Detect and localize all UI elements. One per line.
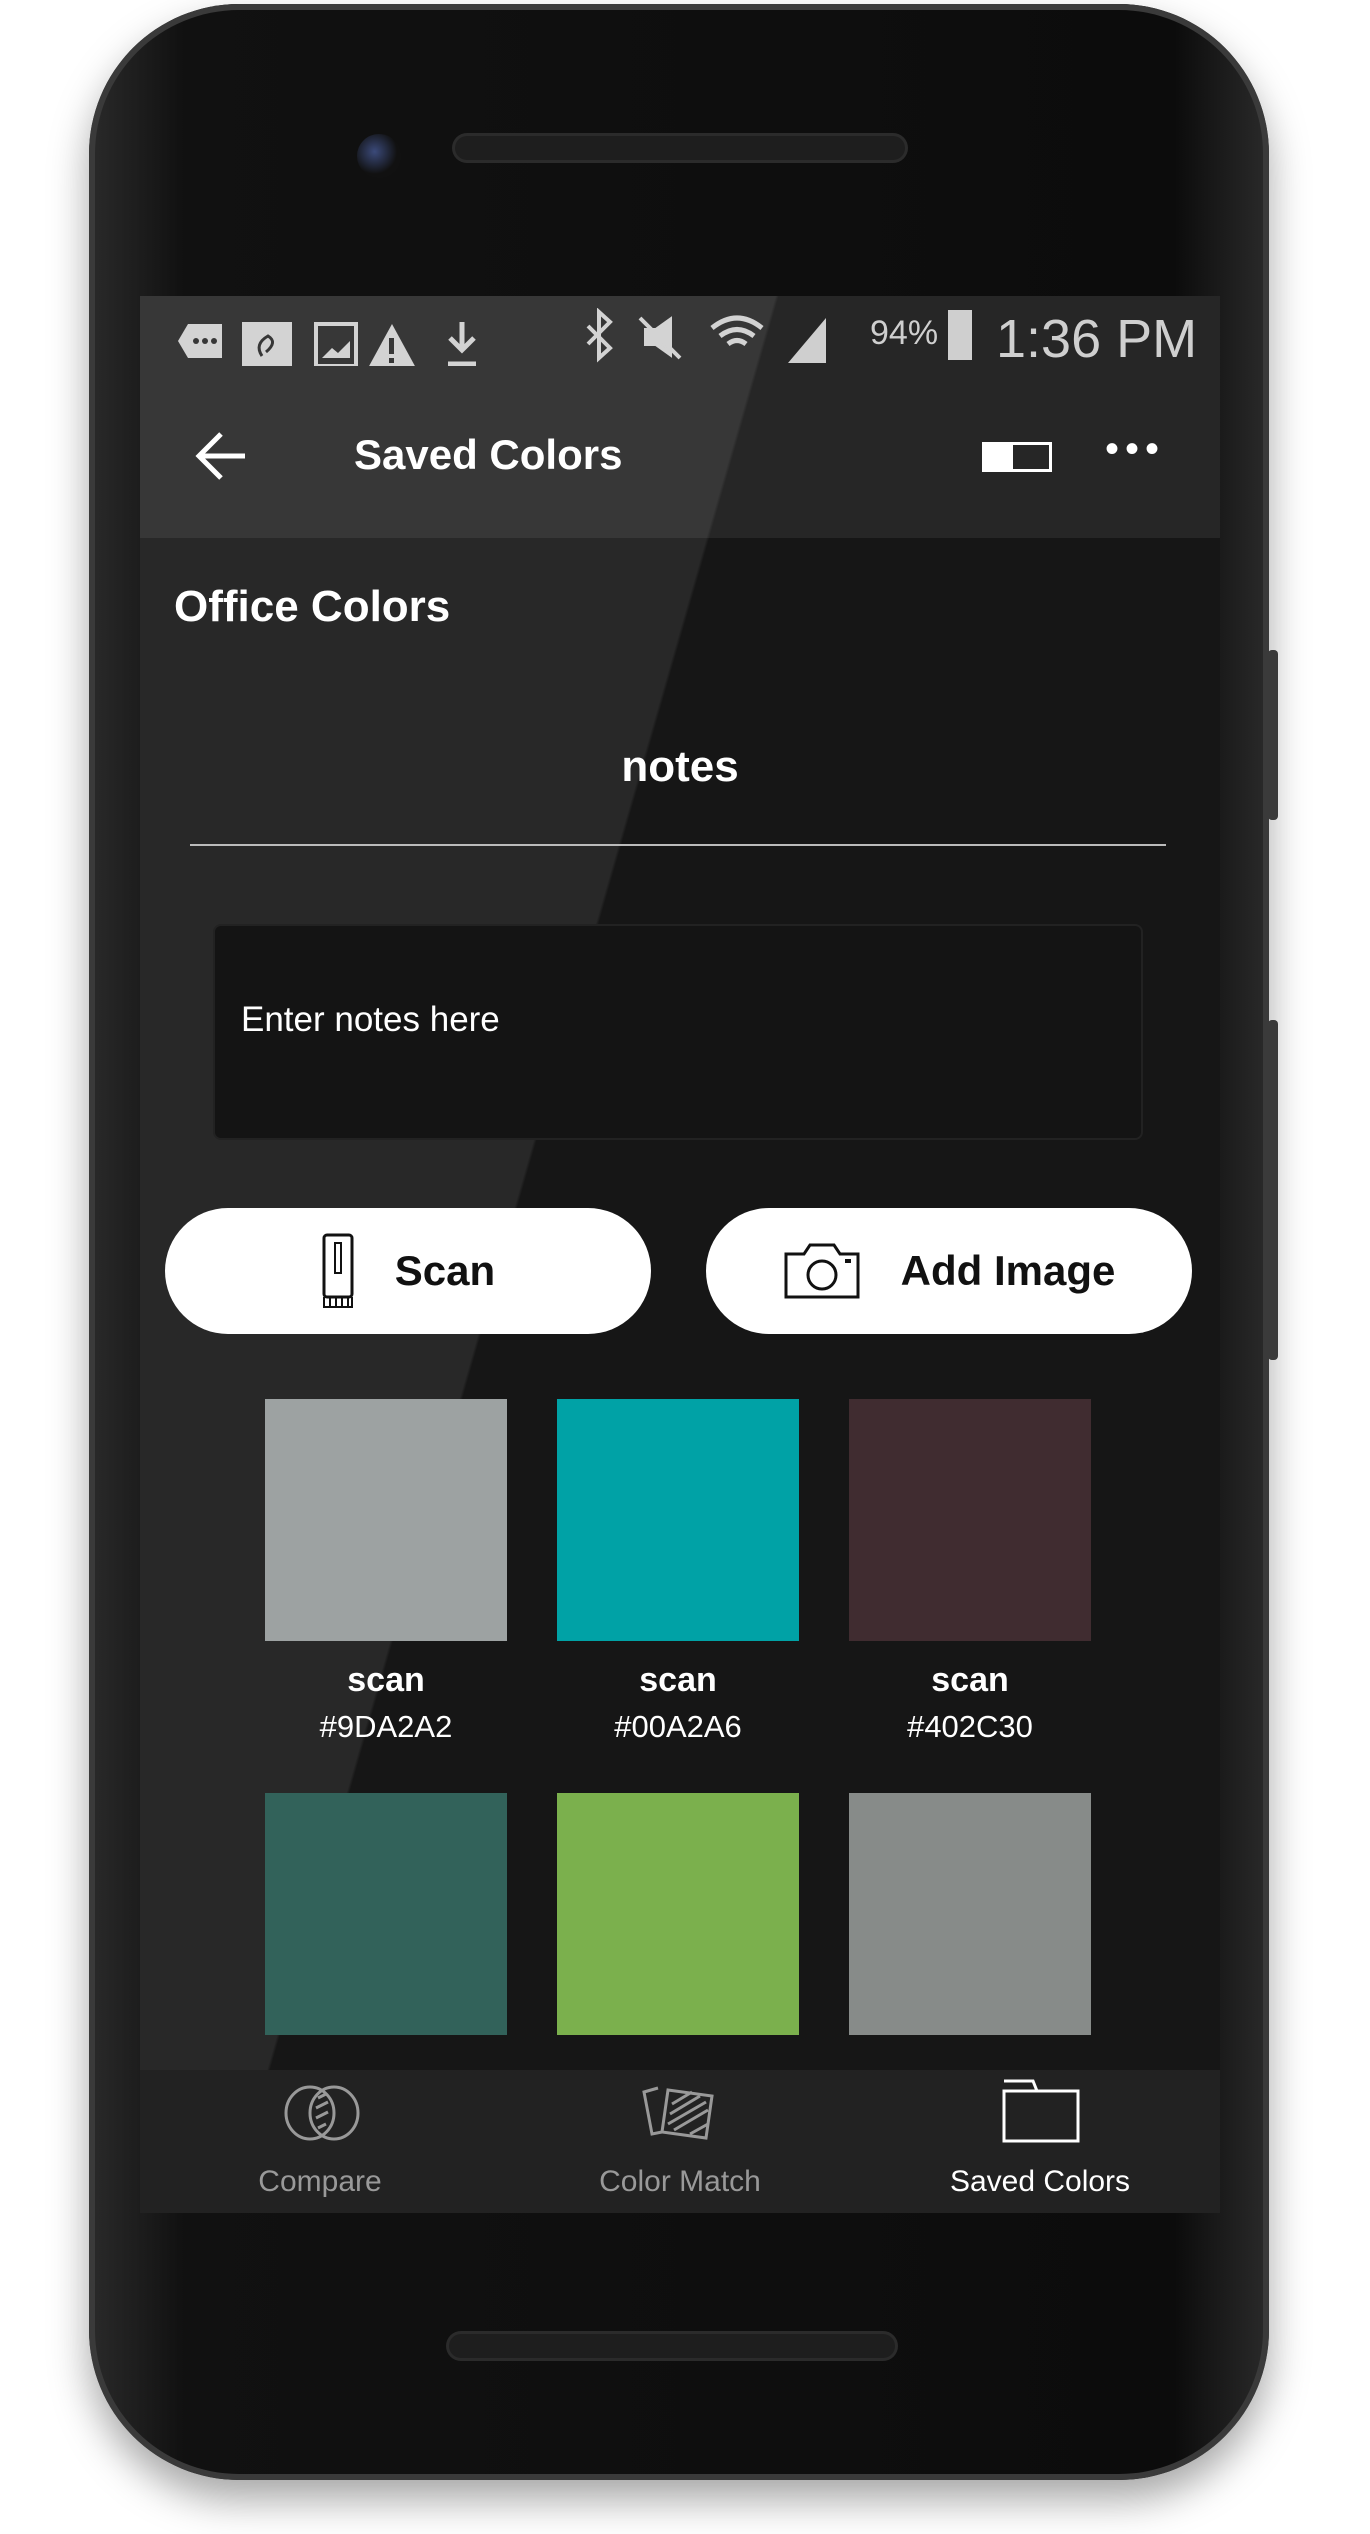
swatch-hex: #9DA2A2 [319,1709,453,1744]
back-arrow-icon[interactable] [195,431,247,481]
earpiece-speaker [455,136,905,160]
color-swatch[interactable] [849,1793,1091,2035]
color-swatch[interactable] [265,1793,507,2035]
palette-name: Office Colors [174,582,451,631]
more-options-icon[interactable]: ••• [1105,429,1165,469]
battery-percent: 94% [870,314,939,352]
swatch-name: scan [347,1661,425,1699]
swatch-hex: #00A2A6 [614,1709,742,1744]
scan-label: Scan [394,1247,496,1294]
front-camera [357,134,401,178]
nav-compare[interactable]: Compare [140,2070,500,2213]
status-bar: 94% 1:36 PM [140,296,1220,376]
divider [190,844,1166,846]
battery-icon [948,310,972,360]
nav-label: Color Match [599,2165,761,2198]
volume-button [1268,1020,1278,1360]
nav-saved-colors[interactable]: Saved Colors [860,2070,1220,2213]
device-battery-icon[interactable] [982,442,1052,472]
scan-button[interactable]: Scan [165,1208,651,1334]
screen: 94% 1:36 PM Saved Colors ••• Office Colo… [140,296,1220,2213]
add-image-button[interactable]: Add Image [706,1208,1192,1334]
color-swatch[interactable] [265,1399,507,1641]
color-match-icon [642,2086,714,2140]
color-swatch[interactable] [557,1399,799,1641]
camera-icon [784,1243,860,1299]
power-button [1268,650,1278,820]
compare-icon [284,2085,360,2141]
swatch-hex: #402C30 [907,1709,1033,1744]
notes-input[interactable]: Enter notes here [213,924,1143,1140]
app-bar-title: Saved Colors [354,431,623,478]
add-image-label: Add Image [900,1247,1116,1294]
clock: 1:36 PM [996,309,1198,369]
folder-icon [1002,2079,1080,2143]
swatch-name: scan [931,1661,1009,1699]
scanner-device-icon [322,1233,354,1308]
nav-label: Saved Colors [949,2165,1131,2198]
notes-placeholder: Enter notes here [241,1000,500,1039]
nav-label: Compare [258,2165,382,2198]
color-swatch[interactable] [557,1793,799,2035]
nav-color-match[interactable]: Color Match [500,2070,860,2213]
bottom-speaker [449,2334,895,2358]
swatch-name: scan [639,1661,717,1699]
color-swatch[interactable] [849,1399,1091,1641]
bottom-nav: Compare Color Match Saved Colors [140,2070,1220,2213]
app-bar: Saved Colors ••• [140,376,1220,538]
notes-heading: notes [621,742,739,791]
